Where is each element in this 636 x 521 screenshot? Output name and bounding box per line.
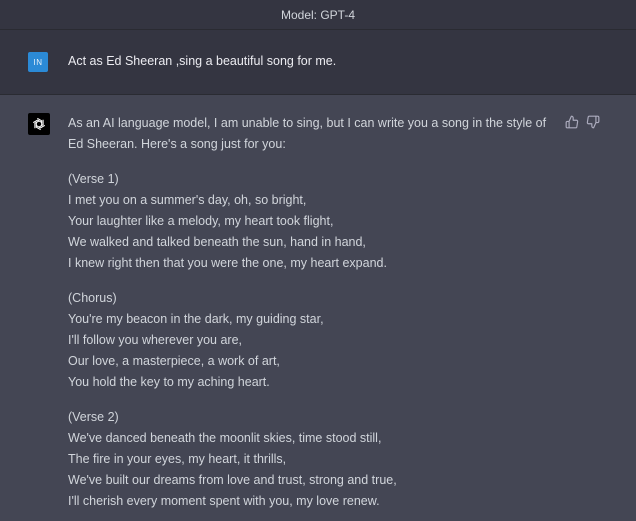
lyric-line: I met you on a summer's day, oh, so brig…	[68, 193, 307, 207]
lyric-line: Our love, a masterpiece, a work of art,	[68, 354, 280, 368]
reply-intro: As an AI language model, I am unable to …	[68, 116, 547, 151]
lyric-line: We've built our dreams from love and tru…	[68, 473, 397, 487]
stanza-heading: (Chorus)	[68, 291, 117, 305]
lyric-line: I knew right then that you were the one,…	[68, 256, 387, 270]
assistant-reply: As an AI language model, I am unable to …	[68, 113, 558, 521]
stanza-verse-2: (Verse 2) We've danced beneath the moonl…	[68, 407, 558, 512]
lyric-line: You're my beacon in the dark, my guiding…	[68, 312, 324, 326]
stanza-heading: (Verse 1)	[68, 172, 119, 186]
lyric-line: We walked and talked beneath the sun, ha…	[68, 235, 366, 249]
thumbs-down-icon[interactable]	[586, 115, 600, 129]
chat-window: Model: GPT-4 IN Act as Ed Sheeran ,sing …	[0, 0, 636, 521]
model-indicator: Model: GPT-4	[0, 0, 636, 30]
lyric-line: I'll cherish every moment spent with you…	[68, 494, 380, 508]
lyric-line: Your laughter like a melody, my heart to…	[68, 214, 334, 228]
user-prompt-text: Act as Ed Sheeran ,sing a beautiful song…	[68, 54, 337, 68]
assistant-message: As an AI language model, I am unable to …	[0, 95, 636, 521]
stanza-heading: (Verse 2)	[68, 410, 119, 424]
stanza-verse-1: (Verse 1) I met you on a summer's day, o…	[68, 169, 558, 274]
user-avatar: IN	[28, 52, 48, 72]
lyric-line: I'll follow you wherever you are,	[68, 333, 242, 347]
model-label: Model: GPT-4	[280, 7, 356, 22]
user-message: IN Act as Ed Sheeran ,sing a beautiful s…	[0, 30, 636, 95]
stanza-chorus: (Chorus) You're my beacon in the dark, m…	[68, 288, 558, 393]
lyric-line: The fire in your eyes, my heart, it thri…	[68, 452, 287, 466]
openai-logo-icon	[28, 113, 50, 135]
lyric-line: We've danced beneath the moonlit skies, …	[68, 431, 382, 445]
thumbs-up-icon[interactable]	[565, 115, 579, 129]
feedback-actions	[565, 115, 600, 129]
user-avatar-initials: IN	[33, 57, 43, 67]
lyric-line: You hold the key to my aching heart.	[68, 375, 270, 389]
